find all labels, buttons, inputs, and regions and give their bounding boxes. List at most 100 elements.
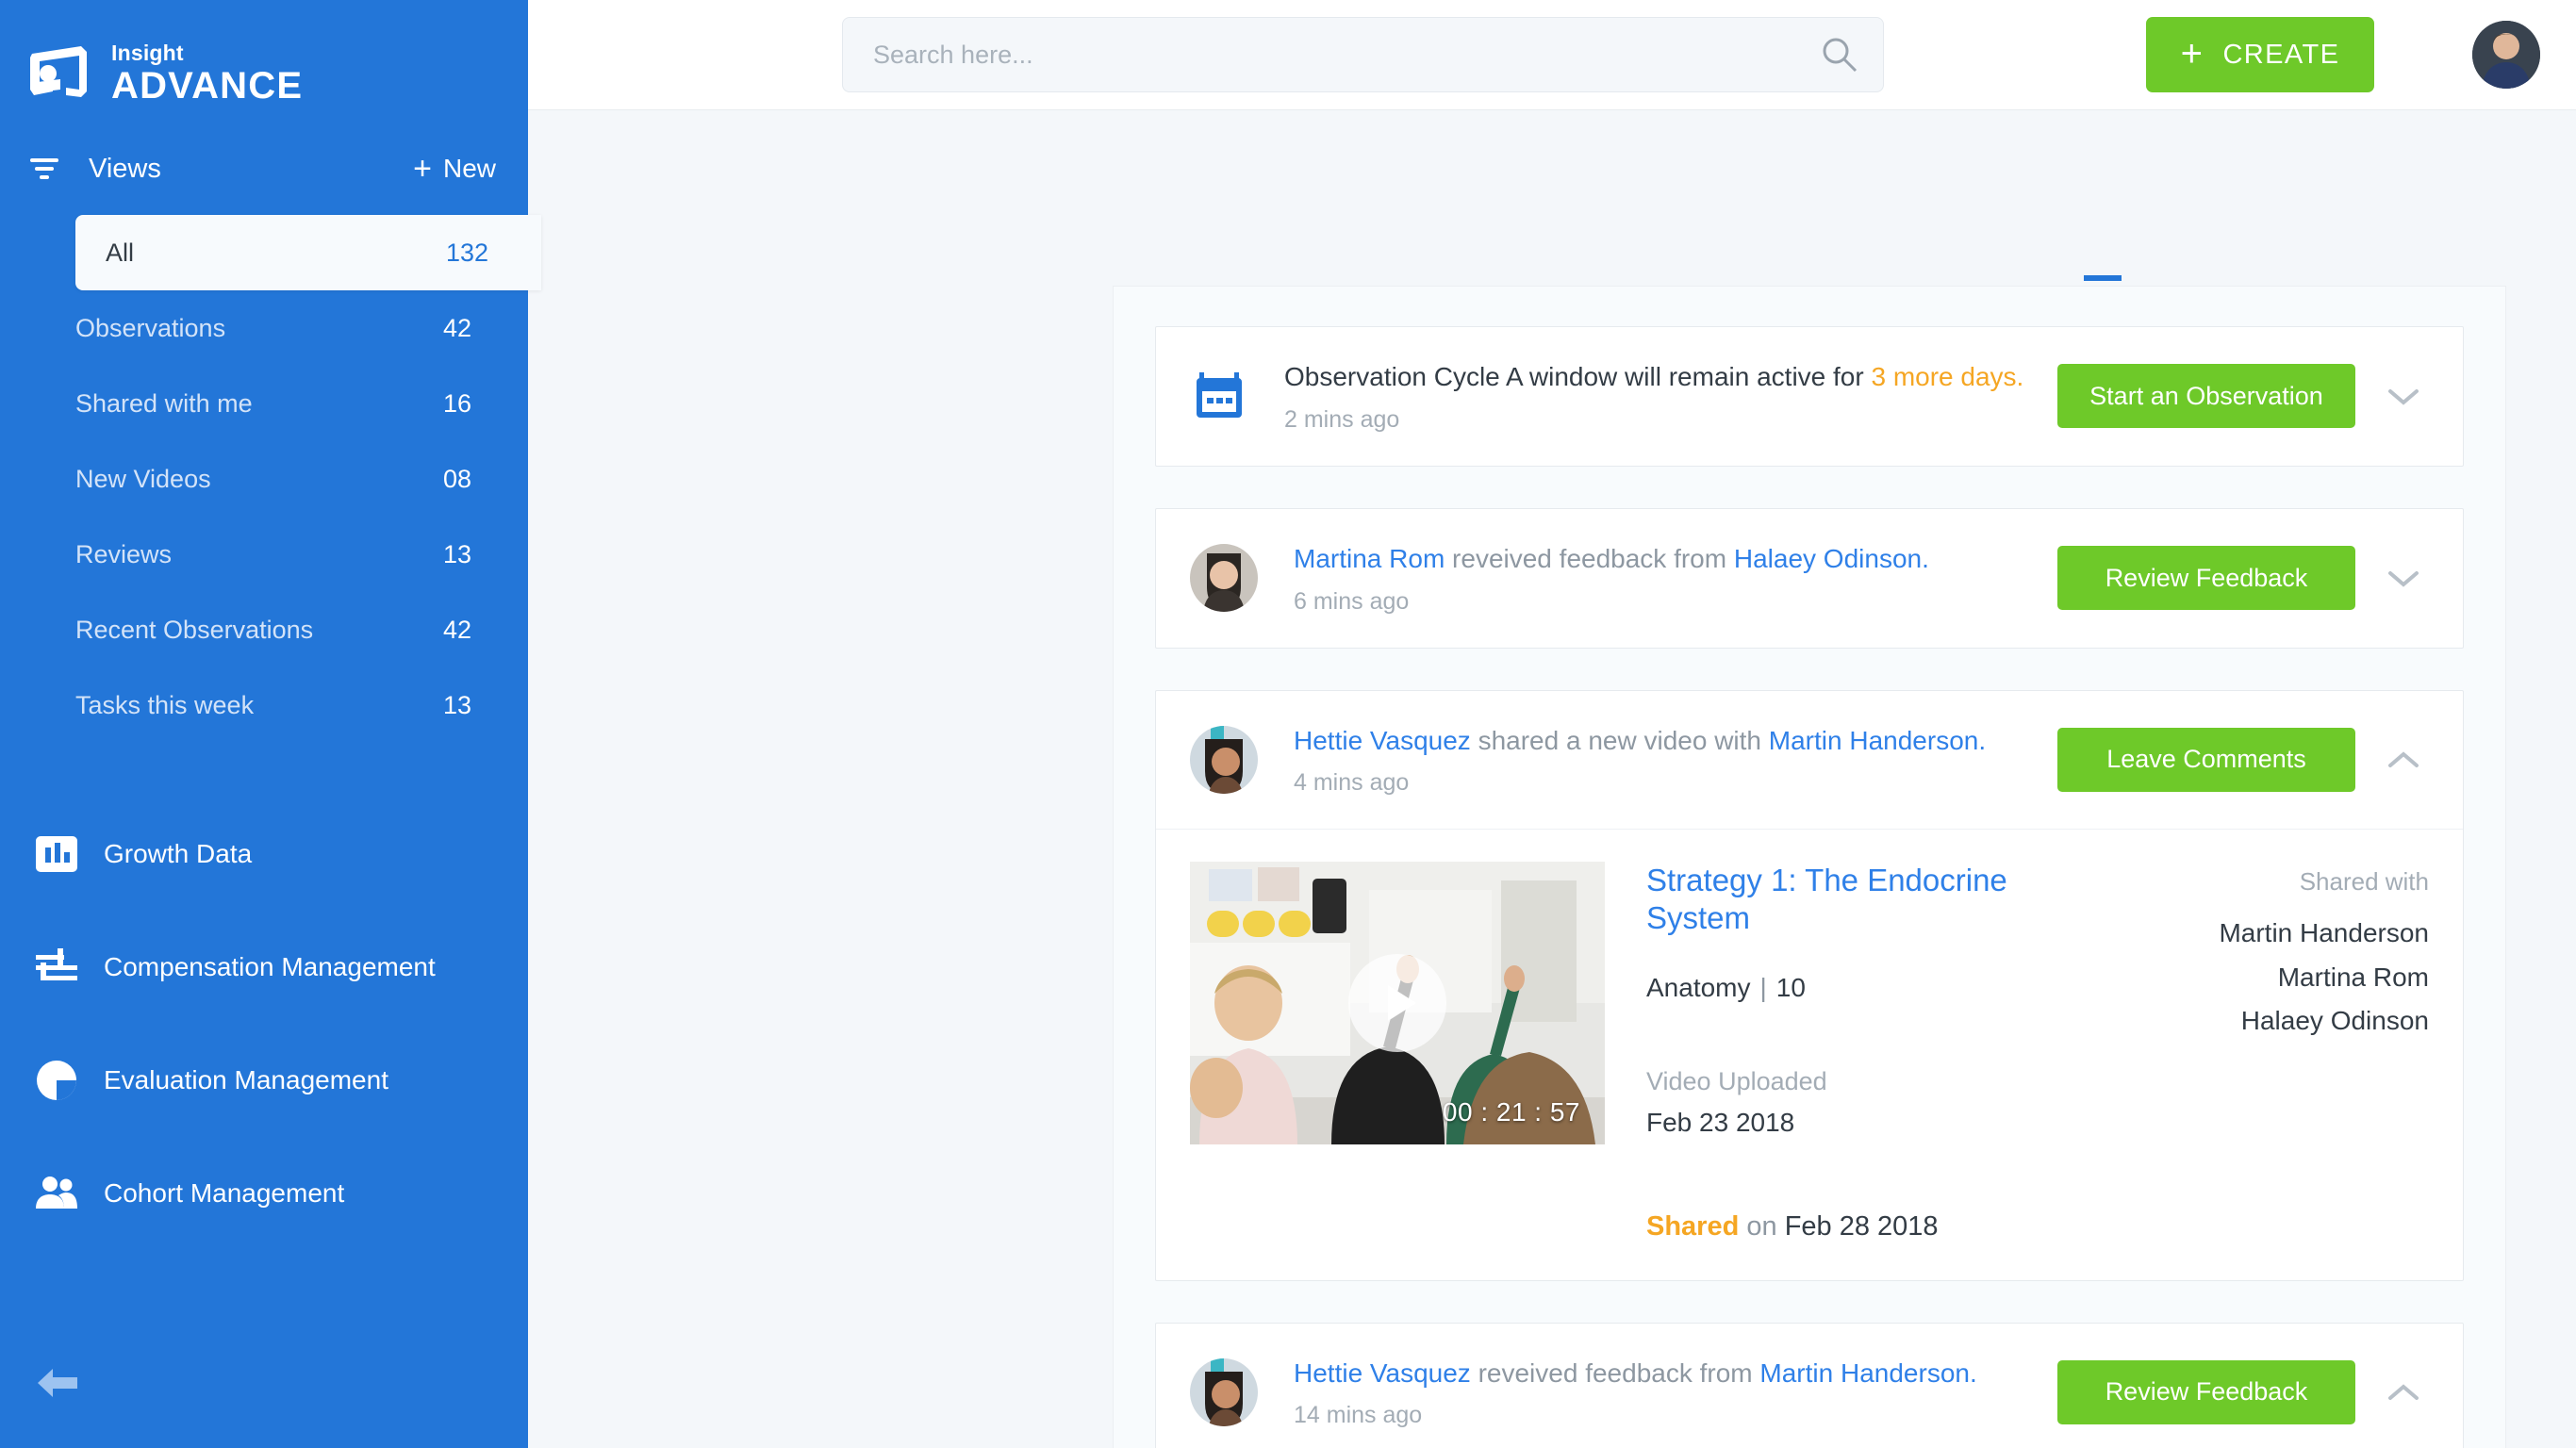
brand-insight: Insight	[111, 41, 184, 65]
action-verb: shared a new video with	[1470, 725, 1769, 755]
sidebar-item-label: Compensation Management	[104, 952, 436, 981]
sidebar-nav: Growth Data Compensation Management Evalua…	[0, 798, 528, 1250]
brand-text: Insight ADVANCE	[111, 41, 304, 107]
play-icon[interactable]	[1348, 954, 1446, 1053]
avatar-hettie	[1190, 1358, 1258, 1426]
create-button-label: CREATE	[2222, 39, 2340, 70]
notification-feed: Observation Cycle A window will remain a…	[1113, 286, 2506, 1448]
bar-chart-icon	[30, 828, 83, 880]
view-label: Tasks this week	[75, 690, 255, 719]
sidebar-item-cohort-management[interactable]: Cohort Management	[0, 1137, 528, 1250]
sidebar-item-growth-data[interactable]: Growth Data	[0, 798, 528, 911]
insight-advance-logo-icon	[28, 44, 91, 103]
sidebar-item-compensation-management[interactable]: Compensation Management	[0, 911, 528, 1024]
video-duration: 00 : 21 : 57	[1442, 1097, 1580, 1127]
filter-icon[interactable]	[28, 156, 60, 181]
chevron-down-icon[interactable]	[2378, 370, 2429, 421]
video-info: Strategy 1: The Endocrine System Anatomy |…	[1605, 862, 2089, 1242]
people-icon	[30, 1167, 83, 1220]
brand-advance: ADVANCE	[111, 65, 304, 107]
brand-logo[interactable]: Insight ADVANCE	[0, 0, 528, 115]
app-root: Insight ADVANCE Views + New All 132 Observ…	[0, 0, 2576, 1448]
sidebar-view-new-videos[interactable]: New Videos 08	[75, 441, 528, 517]
card-header: Hettie Vasquez shared a new video with M…	[1156, 691, 2463, 830]
actor-name[interactable]: Martina Rom	[1294, 544, 1445, 573]
card-text: Observation Cycle A window will remain a…	[1284, 359, 2057, 434]
sidebar-view-all[interactable]: All 132	[75, 215, 541, 290]
views-header: Views + New	[0, 136, 528, 202]
card-action-button[interactable]: Leave Comments	[2057, 727, 2355, 792]
create-button[interactable]: + CREATE	[2146, 17, 2374, 92]
calendar-icon	[1190, 367, 1248, 425]
new-view-button[interactable]: + New	[413, 153, 496, 185]
search-icon[interactable]	[1820, 35, 1859, 74]
status-mid: on	[1739, 1210, 1785, 1242]
view-count: 42	[442, 615, 471, 644]
new-view-label: New	[442, 154, 496, 183]
plus-icon: +	[2180, 32, 2204, 74]
view-label: Recent Observations	[75, 615, 314, 644]
card-text: Hettie Vasquez shared a new video with M…	[1294, 723, 2057, 798]
actor-name[interactable]: Hettie Vasquez	[1294, 1358, 1471, 1388]
view-count: 42	[442, 313, 471, 342]
video-meta: Anatomy | 10	[1646, 973, 2089, 1003]
message-highlight: 3 more days.	[1871, 362, 2024, 391]
sidebar-view-recent-observations[interactable]: Recent Observations 42	[75, 592, 528, 667]
grade-label: 10	[1775, 972, 1806, 1002]
feed-card: Martina Rom reveived feedback from Halae…	[1155, 507, 2464, 649]
sidebar: Insight ADVANCE Views + New All 132 Observ…	[0, 0, 541, 1448]
card-text: Martina Rom reveived feedback from Halae…	[1294, 541, 2057, 616]
recipients-label: Shared with	[2299, 867, 2429, 897]
card-action-button[interactable]: Review Feedback	[2057, 1359, 2355, 1424]
user-avatar[interactable]	[2472, 21, 2540, 89]
status-row: Shared on Feb 28 2018	[1646, 1211, 2089, 1242]
view-label: Reviews	[75, 539, 173, 568]
sidebar-view-shared-with-me[interactable]: Shared with me 16	[75, 366, 528, 441]
main-area: + CREATE	[528, 0, 2576, 1448]
search-input[interactable]	[842, 17, 1884, 92]
chevron-up-icon[interactable]	[2378, 734, 2429, 785]
content-area: Review Feedback Observation Cycle A wind…	[528, 110, 2576, 1448]
view-label: Shared with me	[75, 388, 253, 418]
sidebar-item-label: Cohort Management	[104, 1178, 345, 1208]
card-message: Observation Cycle A window will remain a…	[1284, 359, 2057, 395]
status-key: Shared	[1646, 1210, 1740, 1242]
view-count: 08	[442, 464, 471, 493]
shared-with-name: Halaey Odinson	[2240, 1005, 2429, 1035]
chevron-up-icon[interactable]	[2378, 1367, 2429, 1418]
target-name[interactable]: Martin Handerson.	[1769, 726, 1986, 755]
view-label: Observations	[75, 313, 226, 342]
views-title: Views	[89, 153, 161, 184]
views-list: All 132 Observations 42 Shared with me 16 New …	[0, 215, 541, 743]
target-name[interactable]: Halaey Odinson.	[1734, 544, 1929, 573]
card-action-button[interactable]: Review Feedback	[2057, 546, 2355, 611]
card-action-button[interactable]: Start an Observation	[2057, 364, 2355, 429]
feed-card: Hettie Vasquez shared a new video with M…	[1155, 689, 2464, 1281]
actor-name[interactable]: Hettie Vasquez	[1294, 726, 1471, 755]
sidebar-item-evaluation-management[interactable]: Evaluation Management	[0, 1024, 528, 1137]
card-timestamp: 2 mins ago	[1284, 405, 1400, 433]
sidebar-item-label: Evaluation Management	[104, 1065, 388, 1094]
collapse-sidebar-button[interactable]	[36, 1361, 83, 1405]
plus-icon: +	[413, 151, 432, 187]
upload-block: Video Uploaded Feb 23 2018	[1646, 1067, 2089, 1138]
card-timestamp: 14 mins ago	[1294, 1402, 1423, 1429]
sidebar-view-tasks-this-week[interactable]: Tasks this week 13	[75, 667, 528, 743]
shared-with-name: Martin Handerson	[2219, 918, 2429, 948]
video-thumbnail[interactable]: 00 : 21 : 57	[1190, 862, 1605, 1145]
recipients-block: Shared with Martin Handerson Martina Rom Ha…	[2089, 862, 2429, 1242]
card-timestamp: 4 mins ago	[1294, 769, 1410, 797]
view-count: 13	[442, 690, 471, 719]
feed-card: Hettie Vasquez reveived feedback from Ma…	[1155, 1322, 2464, 1448]
top-bar: + CREATE	[528, 0, 2576, 110]
action-verb: reveived feedback from	[1470, 1358, 1760, 1388]
subject-label: Anatomy	[1646, 972, 1751, 1002]
sidebar-view-observations[interactable]: Observations 42	[75, 290, 528, 366]
view-label: New Videos	[75, 464, 211, 493]
video-title[interactable]: Strategy 1: The Endocrine System	[1646, 862, 2089, 936]
card-header: Hettie Vasquez reveived feedback from Ma…	[1156, 1324, 2463, 1448]
shared-with-name: Martina Rom	[2277, 962, 2429, 992]
chevron-down-icon[interactable]	[2378, 552, 2429, 603]
sidebar-view-reviews[interactable]: Reviews 13	[75, 517, 528, 592]
target-name[interactable]: Martin Handerson.	[1759, 1358, 1976, 1388]
